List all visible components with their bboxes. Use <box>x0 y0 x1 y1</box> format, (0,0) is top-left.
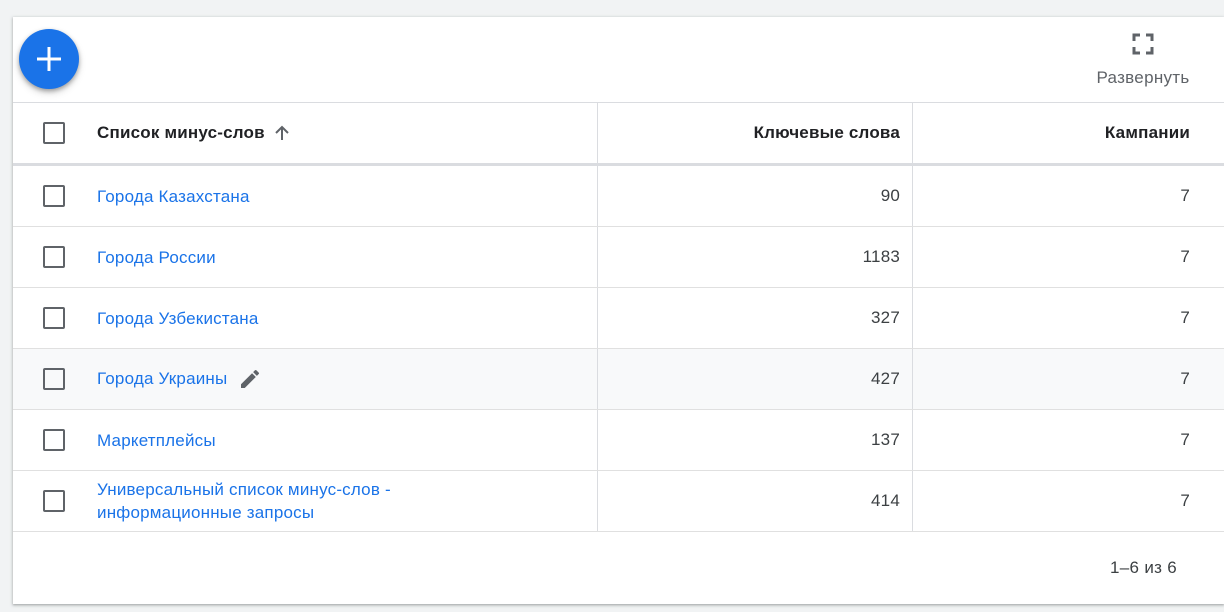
table-row: Маркетплейсы 137 7 <box>13 409 1224 471</box>
row-checkbox[interactable] <box>43 429 65 451</box>
campaigns-count: 7 <box>912 287 1224 349</box>
campaigns-count: 7 <box>912 409 1224 471</box>
column-header-keywords-label: Ключевые слова <box>753 123 900 142</box>
keywords-count: 414 <box>597 470 913 532</box>
keywords-count: 137 <box>597 409 913 471</box>
column-header-campaigns-label: Кампании <box>1104 123 1190 142</box>
list-name-link[interactable]: Города Казахстана <box>97 187 250 206</box>
row-checkbox[interactable] <box>43 490 65 512</box>
row-checkbox[interactable] <box>43 185 65 207</box>
column-header-name[interactable]: Список минус-слов <box>91 103 598 166</box>
keywords-count: 1183 <box>597 226 913 288</box>
pagination-summary: 1–6 из 6 <box>1110 558 1177 577</box>
list-name-link[interactable]: Универсальный список минус-слов - информ… <box>97 478 437 524</box>
campaigns-count: 7 <box>912 348 1224 410</box>
table-row: Города России 1183 7 <box>13 226 1224 288</box>
pencil-icon[interactable] <box>238 367 262 391</box>
negative-keyword-lists-table: Список минус-слов Ключевые слова Кампани… <box>13 103 1224 532</box>
column-header-keywords[interactable]: Ключевые слова <box>597 103 913 166</box>
table-row: Универсальный список минус-слов - информ… <box>13 470 1224 532</box>
row-checkbox[interactable] <box>43 307 65 329</box>
campaigns-count: 7 <box>912 164 1224 227</box>
list-name-link[interactable]: Города Узбекистана <box>97 309 259 328</box>
plus-icon <box>37 47 61 71</box>
row-checkbox[interactable] <box>43 368 65 390</box>
table-row: Города Казахстана 90 7 <box>13 164 1224 227</box>
table-footer: 1–6 из 6 <box>13 532 1224 604</box>
keywords-count: 327 <box>597 287 913 349</box>
column-header-campaigns[interactable]: Кампании <box>912 103 1224 166</box>
list-name-link[interactable]: Маркетплейсы <box>97 431 216 450</box>
campaigns-count: 7 <box>912 226 1224 288</box>
keywords-count: 427 <box>597 348 913 410</box>
table-row: Города Украины 427 7 <box>13 348 1224 410</box>
keywords-count: 90 <box>597 164 913 227</box>
table-toolbar: Развернуть <box>13 17 1224 103</box>
expand-label: Развернуть <box>1096 68 1190 87</box>
table-row: Города Узбекистана 327 7 <box>13 287 1224 349</box>
select-all-checkbox[interactable] <box>43 122 65 144</box>
row-checkbox[interactable] <box>43 246 65 268</box>
list-name-link[interactable]: Города Украины <box>97 369 227 388</box>
arrow-up-icon[interactable] <box>273 124 291 142</box>
add-list-button[interactable] <box>19 29 79 89</box>
list-name-link[interactable]: Города России <box>97 248 216 267</box>
column-header-name-label: Список минус-слов <box>97 123 265 142</box>
table-header-row: Список минус-слов Ключевые слова Кампани… <box>13 103 1224 166</box>
expand-button[interactable]: Развернуть <box>1091 33 1195 88</box>
header-checkbox-cell <box>13 103 91 166</box>
negative-keyword-lists-card: Развернуть Список минус-слов Ключевые сл… <box>13 17 1224 604</box>
fullscreen-icon <box>1132 33 1154 55</box>
campaigns-count: 7 <box>912 470 1224 532</box>
